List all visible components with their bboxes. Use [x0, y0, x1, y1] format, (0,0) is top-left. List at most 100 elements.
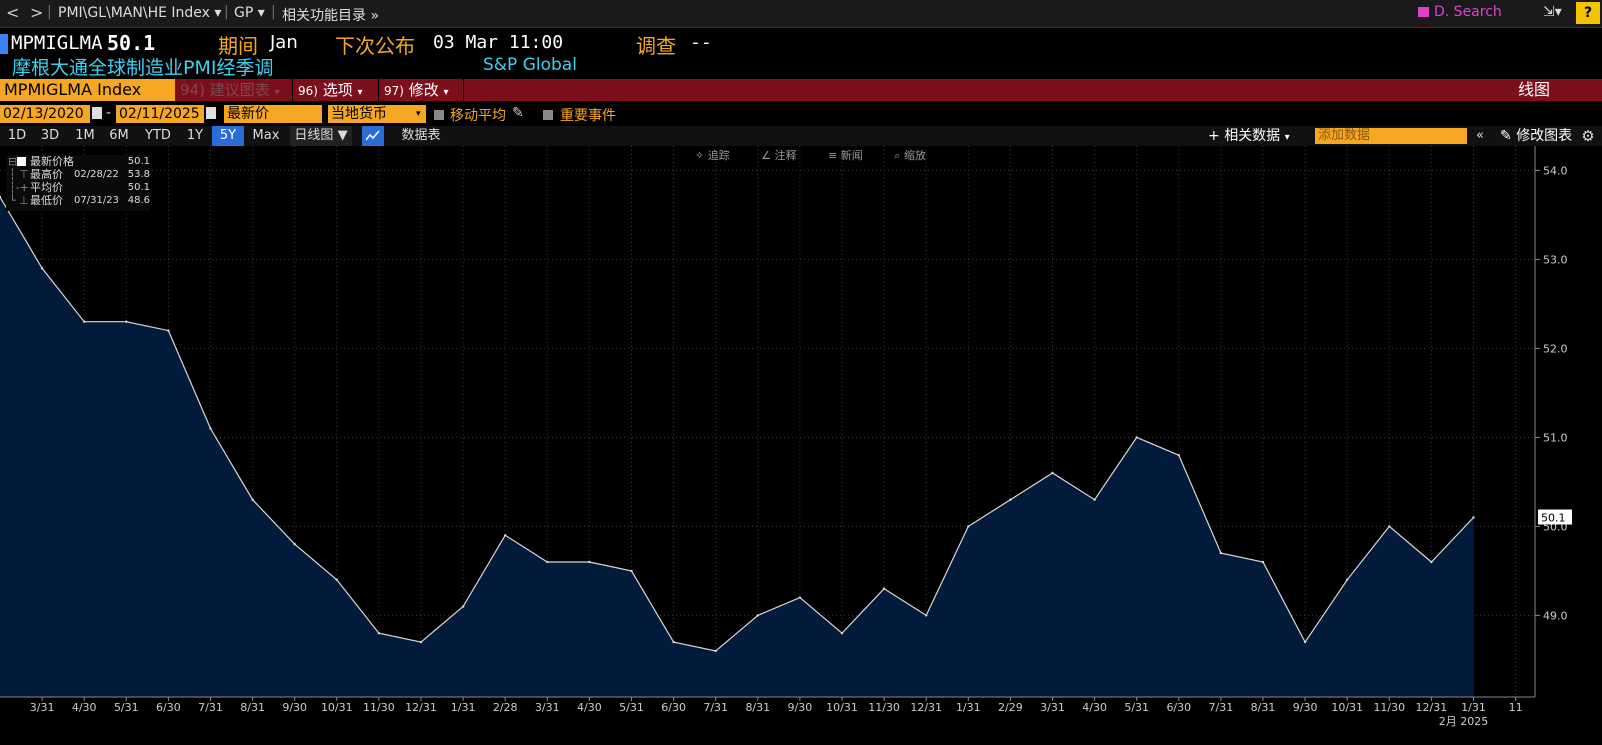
help-button[interactable]: ?	[1576, 2, 1600, 24]
x-tick-label: 9/30	[788, 701, 813, 714]
price-field-select[interactable]: 最新价	[224, 105, 322, 123]
options-row: 02/13/2020 - 02/11/2025 最新价 当地货币 ▾ 移动平均 …	[0, 103, 1602, 125]
period-ytd[interactable]: YTD	[140, 126, 176, 146]
x-tick-label: 5/31	[1124, 701, 1149, 714]
data-point	[40, 267, 44, 270]
related-functions-menu[interactable]: 相关功能目录 »	[282, 5, 379, 25]
frequency-select[interactable]: 日线图 ▼	[290, 126, 352, 146]
next-release-label: 下次公布	[335, 34, 415, 58]
chart-type-label[interactable]: 线图	[1518, 79, 1550, 101]
period-3d[interactable]: 3D	[36, 126, 64, 146]
survey-value: --	[690, 32, 712, 53]
zoom-tool[interactable]: ⌕ 缩放	[894, 149, 940, 162]
x-tick-label: 4/30	[577, 701, 602, 714]
data-source: S&P Global	[483, 55, 577, 75]
suggest-number: 94)	[180, 81, 205, 99]
x-tick-label: 3/31	[1040, 701, 1065, 714]
breadcrumb[interactable]: PMI\GL\MAN\HE Index ▾	[58, 5, 221, 21]
collapse-icon[interactable]: «	[1470, 126, 1490, 146]
period-1y[interactable]: 1Y	[182, 126, 208, 146]
x-tick-label: 6/30	[661, 701, 686, 714]
y-tick-label: 51.0	[1543, 431, 1568, 444]
x-tick-label: 8/31	[240, 701, 265, 714]
x-tick-label: 1/31	[451, 701, 476, 714]
pmi-chart[interactable]: 54.053.052.051.050.049.050.1 3/31 4/30 5/3…	[0, 146, 1602, 745]
legend-row[interactable]: ┆-+ 平均价 50.1	[6, 181, 150, 194]
legend-row[interactable]: ┆ ⊤ 最高价 02/28/22 53.8	[6, 168, 150, 181]
data-point	[1051, 471, 1054, 475]
legend-value: 53.8	[127, 169, 150, 180]
data-point	[1093, 498, 1096, 501]
gear-icon[interactable]: ⚙	[1578, 126, 1598, 146]
suggest-label: 建议图表	[209, 81, 270, 99]
options-button[interactable]: 96) 选项 ▾	[298, 79, 363, 101]
x-tick-label: 6/30	[156, 701, 181, 714]
related-data-button[interactable]: + 相关数据 ▾	[1208, 126, 1290, 146]
line-chart-icon[interactable]	[362, 126, 384, 146]
legend-row[interactable]: ⊟ 最新价格 50.1	[6, 155, 150, 168]
x-tick-label: 8/31	[745, 701, 770, 714]
modify-number: 97)	[384, 84, 404, 98]
currency-dropdown-icon[interactable]: ▾	[414, 105, 426, 123]
start-date-input[interactable]: 02/13/2020	[0, 105, 90, 123]
moving-average-label: 移动平均	[450, 108, 506, 124]
market-selector[interactable]: GP ▾	[234, 5, 265, 21]
legend-name: 平均价	[30, 181, 63, 194]
period-6m[interactable]: 6M	[104, 126, 134, 146]
data-point	[714, 649, 717, 653]
data-point	[125, 320, 128, 323]
ticker-input[interactable]: MPMIGLMA Index	[0, 79, 175, 101]
search-button[interactable]: D. Search	[1418, 4, 1502, 20]
security-description: 摩根大通全球制造业PMI经季调	[12, 57, 274, 79]
pencil-icon[interactable]: ✎	[512, 105, 524, 121]
frequency-label: 日线图	[294, 128, 334, 143]
x-tick-label: 11/30	[1373, 701, 1405, 714]
news-tool[interactable]: ≡ 新闻	[828, 149, 877, 162]
modify-label: 修改	[408, 81, 439, 99]
data-point	[672, 640, 675, 644]
period-5y[interactable]: 5Y	[212, 126, 244, 146]
annotate-tool[interactable]: ∠ 注释	[761, 149, 810, 162]
period-max[interactable]: Max	[248, 126, 284, 146]
crosshair-tool[interactable]: ✧ 追踪	[695, 149, 744, 162]
x-tick-label: 5/31	[114, 701, 139, 714]
x-tick-label: 1/31	[1461, 701, 1486, 714]
period-1m[interactable]: 1M	[70, 126, 100, 146]
last-value-label: 50.1	[1541, 512, 1566, 525]
chart-toolbar: ✧ 追踪 ∠ 注释 ≡ 新闻 ⌕ 缩放	[695, 147, 954, 162]
x-axis: 3/31 4/30 5/31 6/30 7/31 8/31 9/30 10/31 11/30 12…	[0, 696, 1535, 728]
moving-average-checkbox[interactable]	[434, 110, 444, 120]
add-data-input[interactable]: 添加数据	[1315, 128, 1467, 144]
window-pin-icon[interactable]: ⇲▾	[1543, 4, 1562, 20]
y-tick-label: 52.0	[1543, 342, 1568, 355]
events-label: 重要事件	[560, 108, 616, 124]
divider	[378, 79, 379, 101]
news-label: 新闻	[840, 149, 863, 162]
events-checkbox[interactable]	[543, 110, 553, 120]
currency-select[interactable]: 当地货币	[328, 105, 414, 123]
calendar-icon[interactable]	[92, 107, 102, 119]
end-date-input[interactable]: 02/11/2025	[116, 105, 204, 123]
x-tick-label: 10/31	[321, 701, 353, 714]
data-point	[1219, 551, 1223, 555]
calendar-icon[interactable]	[206, 107, 216, 119]
ticker-color-marker	[0, 34, 8, 54]
data-point	[967, 525, 970, 528]
modify-chart-button[interactable]: ✎ 修改图表	[1500, 126, 1572, 146]
data-point	[1430, 560, 1433, 564]
data-point	[630, 569, 633, 573]
back-arrow-icon[interactable]: <	[6, 3, 19, 22]
x-axis-footer: 2月 2025	[1439, 715, 1489, 728]
data-point	[798, 596, 802, 599]
suggest-chart-button[interactable]: 94) 建议图表 ▾	[180, 79, 280, 101]
modify-button[interactable]: 97) 修改 ▾	[384, 79, 449, 101]
last-value: 50.1	[107, 31, 156, 55]
data-point	[251, 498, 254, 501]
next-release-value: 03 Mar 11:00	[433, 32, 564, 53]
data-table-button[interactable]: 数据表	[392, 126, 450, 146]
legend-row[interactable]: └ ⊥ 最低价 07/31/23 48.6	[6, 194, 150, 207]
period-1d[interactable]: 1D	[4, 126, 30, 146]
ticker-symbol: MPMIGLMA	[11, 32, 103, 54]
x-tick-label: 5/31	[619, 701, 644, 714]
forward-arrow-icon[interactable]: >	[30, 3, 43, 22]
